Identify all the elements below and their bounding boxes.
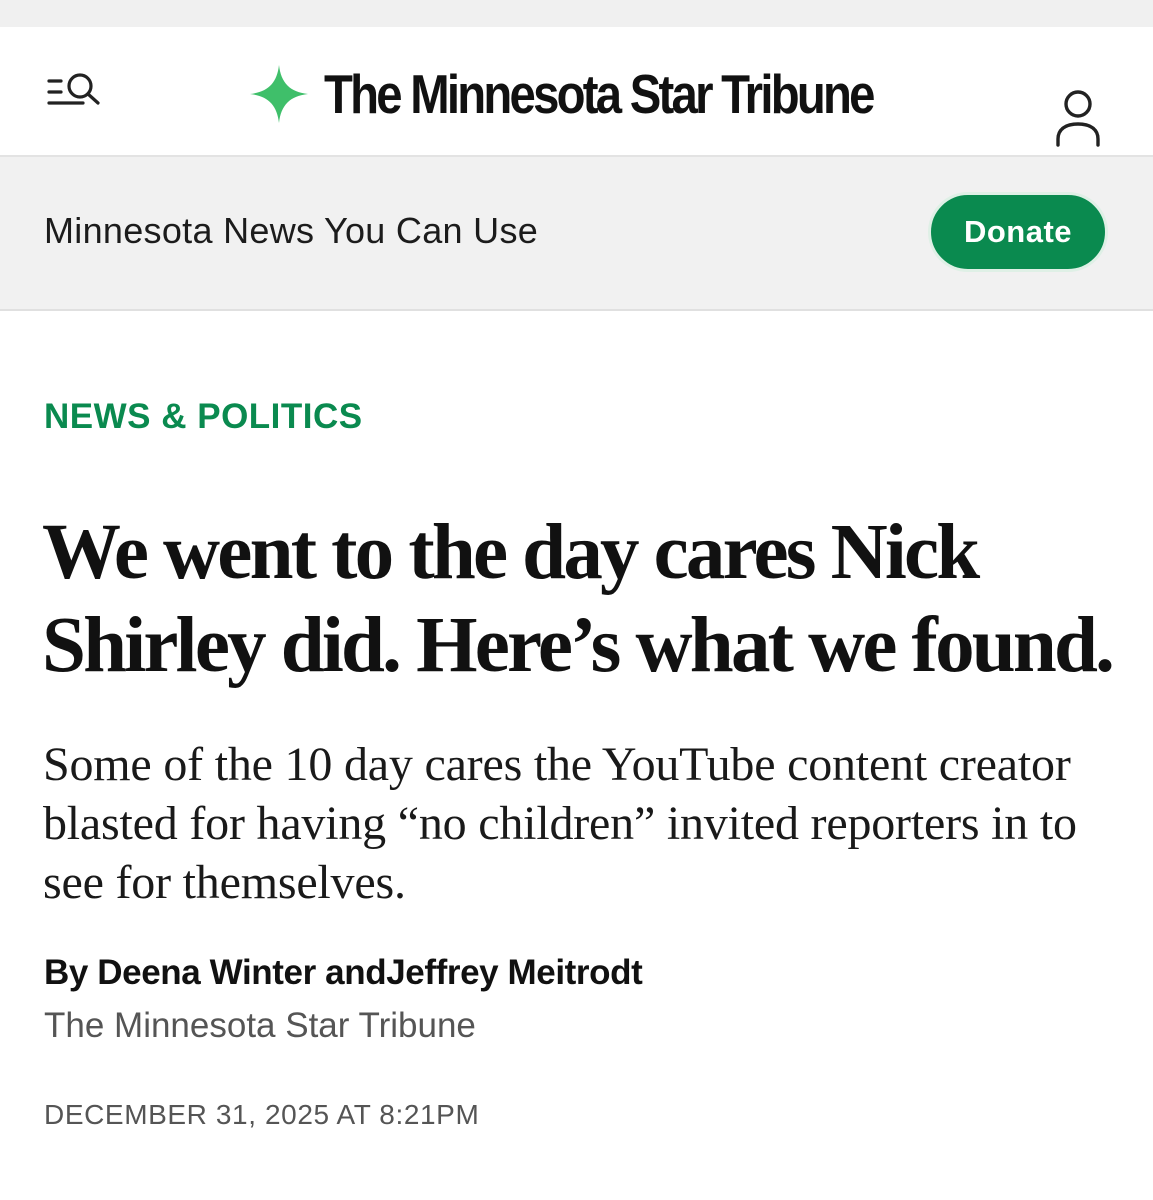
logo-wordmark: The Minnesota Star Tribune: [324, 63, 875, 125]
byline: By Deena Winter andJeffrey Meitrodt: [44, 953, 643, 993]
masthead: The Minnesota Star Tribune: [0, 27, 1153, 157]
article: NEWS & POLITICS We went to the day cares…: [0, 311, 1153, 1198]
article-headline: We went to the day cares Nick Shirley di…: [42, 509, 1115, 689]
author-link[interactable]: Deena Winter: [97, 953, 316, 992]
donate-button[interactable]: Donate: [928, 192, 1108, 272]
publication-name: The Minnesota Star Tribune: [44, 1006, 476, 1045]
article-dek: Some of the 10 day cares the YouTube con…: [43, 738, 1077, 909]
promo-bar: Minnesota News You Can Use Donate: [0, 157, 1153, 311]
category-label[interactable]: NEWS & POLITICS: [44, 397, 363, 437]
author-link[interactable]: Jeffrey Meitrodt: [386, 953, 643, 992]
star-logo-icon: [250, 65, 308, 123]
promo-tagline: Minnesota News You Can Use: [44, 210, 539, 251]
status-strip: [0, 0, 1153, 27]
byline-prefix: By: [44, 953, 88, 992]
site-logo[interactable]: The Minnesota Star Tribune: [248, 59, 962, 129]
byline-joiner: and: [325, 953, 387, 992]
user-icon[interactable]: [1052, 87, 1104, 149]
publish-date: DECEMBER 31, 2025 AT 8:21PM: [44, 1099, 480, 1130]
menu-search-icon[interactable]: [45, 69, 107, 117]
